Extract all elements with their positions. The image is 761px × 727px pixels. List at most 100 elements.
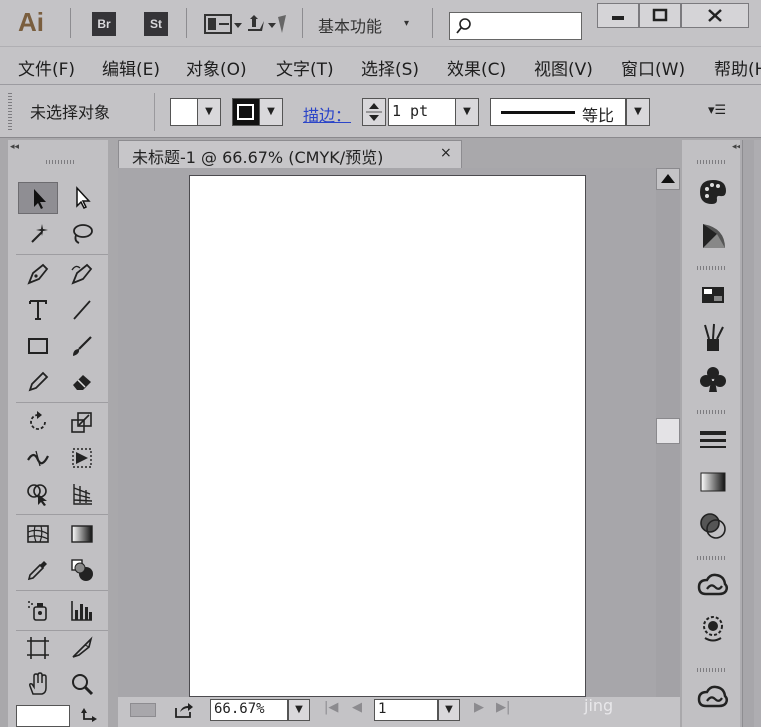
chevron-down-icon[interactable]: ▾ — [404, 18, 409, 29]
eraser-tool[interactable] — [62, 366, 102, 398]
first-artboard-icon[interactable]: |◀ — [324, 700, 338, 715]
stroke-weight-dropdown[interactable]: ▼ — [455, 98, 479, 126]
minimize-button[interactable] — [597, 3, 639, 28]
stock-button[interactable]: St — [144, 12, 168, 36]
swap-fill-stroke-button[interactable] — [80, 705, 100, 725]
brushes-panel-button[interactable] — [697, 321, 729, 353]
gradient-panel-button[interactable] — [697, 466, 729, 498]
blend-tool[interactable] — [62, 554, 102, 586]
gradient-icon — [71, 525, 93, 543]
color-panel-button[interactable] — [697, 176, 729, 208]
menu-window[interactable]: 窗口(W) — [621, 55, 685, 80]
control-bar-grip[interactable] — [8, 93, 12, 131]
stepper-icon — [366, 103, 382, 121]
pen-tool[interactable] — [18, 258, 58, 290]
panel-grip[interactable] — [697, 160, 725, 164]
fill-color-swatch[interactable] — [170, 98, 198, 126]
panel-grip[interactable] — [46, 160, 74, 164]
panel-grip[interactable] — [697, 266, 725, 270]
pencil-tool[interactable] — [18, 366, 58, 398]
arrange-documents-button[interactable] — [204, 13, 288, 37]
search-input[interactable] — [449, 12, 582, 40]
menu-edit[interactable]: 编辑(E) — [102, 55, 160, 80]
stroke-dropdown[interactable]: ▼ — [259, 98, 283, 126]
artboard-number-input[interactable]: 1 — [374, 699, 438, 721]
menu-type[interactable]: 文字(T) — [276, 55, 334, 80]
last-artboard-icon[interactable]: ▶| — [496, 700, 510, 715]
stroke-color-swatch[interactable] — [232, 98, 260, 126]
color-guide-panel-button[interactable] — [697, 220, 729, 252]
menu-help[interactable]: 帮助(H) — [714, 55, 761, 80]
fill-dropdown[interactable]: ▼ — [197, 98, 221, 126]
collapse-panel-icon[interactable]: ◂◂ — [10, 142, 19, 152]
paintbrush-tool[interactable] — [62, 330, 102, 362]
transparency-circles-icon — [700, 513, 726, 539]
rectangle-tool[interactable] — [18, 330, 58, 362]
hand-tool[interactable] — [18, 668, 58, 700]
share-button[interactable] — [174, 700, 194, 720]
symbols-panel-button[interactable] — [697, 364, 729, 396]
selection-tool[interactable] — [18, 182, 58, 214]
artboard-dropdown[interactable]: ▼ — [438, 699, 460, 721]
fill-color-box[interactable] — [16, 705, 70, 727]
perspective-grid-icon — [73, 484, 93, 505]
column-graph-tool[interactable] — [62, 594, 102, 626]
scroll-up-button[interactable] — [656, 168, 680, 190]
stroke-weights-icon — [700, 431, 726, 448]
scale-tool[interactable] — [62, 406, 102, 438]
separator — [70, 8, 71, 38]
close-button[interactable] — [681, 3, 749, 28]
panel-grip[interactable] — [697, 556, 725, 560]
asset-export-panel-button[interactable] — [697, 612, 729, 644]
lasso-tool[interactable] — [62, 218, 102, 250]
width-tool[interactable] — [18, 442, 58, 474]
direct-selection-tool[interactable] — [62, 182, 102, 214]
magic-wand-tool[interactable] — [18, 218, 58, 250]
stroke-weight-input[interactable]: 1 pt — [388, 98, 456, 126]
previous-artboard-icon[interactable]: ◀ — [352, 700, 362, 715]
next-artboard-icon[interactable]: ▶ — [474, 700, 484, 715]
swatches-panel-button[interactable] — [697, 279, 729, 311]
line-segment-tool[interactable] — [62, 294, 102, 326]
artboard[interactable] — [189, 175, 586, 697]
menu-effect[interactable]: 效果(C) — [447, 55, 506, 80]
menu-object[interactable]: 对象(O) — [186, 55, 247, 80]
stroke-panel-button[interactable] — [697, 424, 729, 456]
eyedropper-tool[interactable] — [18, 554, 58, 586]
cc-libraries-panel-button-2[interactable] — [697, 682, 729, 714]
artboard-tool[interactable] — [18, 632, 58, 664]
stroke-profile-dropdown[interactable]: ▼ — [626, 98, 650, 126]
asset-export-icon — [703, 616, 723, 642]
menu-select[interactable]: 选择(S) — [361, 55, 419, 80]
cc-libraries-panel-button[interactable] — [697, 570, 729, 602]
document-tab-title[interactable]: 未标题-1 @ 66.67% (CMYK/预览) — [132, 144, 383, 168]
panel-grip[interactable] — [697, 410, 725, 414]
perspective-grid-tool[interactable] — [62, 478, 102, 510]
menu-file[interactable]: 文件(F) — [18, 55, 75, 80]
control-panel-menu[interactable]: ▾☰ — [708, 103, 726, 118]
workspace-switcher[interactable]: 基本功能 — [318, 13, 382, 37]
right-edge-scrollbar[interactable] — [742, 140, 754, 727]
slice-tool[interactable] — [62, 632, 102, 664]
gradient-tool[interactable] — [62, 518, 102, 550]
curvature-tool[interactable] — [62, 258, 102, 290]
stroke-weight-stepper[interactable] — [362, 98, 386, 126]
type-tool[interactable] — [18, 294, 58, 326]
menu-view[interactable]: 视图(V) — [534, 55, 593, 80]
shape-builder-tool[interactable] — [18, 478, 58, 510]
mesh-tool[interactable] — [18, 518, 58, 550]
panel-grip[interactable] — [697, 668, 725, 672]
zoom-tool[interactable] — [62, 668, 102, 700]
stroke-panel-link[interactable]: 描边： — [303, 102, 351, 126]
close-tab-icon[interactable]: × — [440, 145, 452, 161]
symbol-sprayer-tool[interactable] — [18, 594, 58, 626]
free-transform-tool[interactable] — [62, 442, 102, 474]
bridge-button[interactable]: Br — [92, 12, 116, 36]
blend-icon — [71, 559, 93, 581]
rotate-tool[interactable] — [18, 406, 58, 438]
zoom-level-input[interactable]: 66.67% — [210, 699, 288, 721]
scrollbar-thumb[interactable] — [656, 418, 680, 444]
transparency-panel-button[interactable] — [697, 510, 729, 542]
zoom-dropdown[interactable]: ▼ — [288, 699, 310, 721]
maximize-button[interactable] — [639, 3, 681, 28]
